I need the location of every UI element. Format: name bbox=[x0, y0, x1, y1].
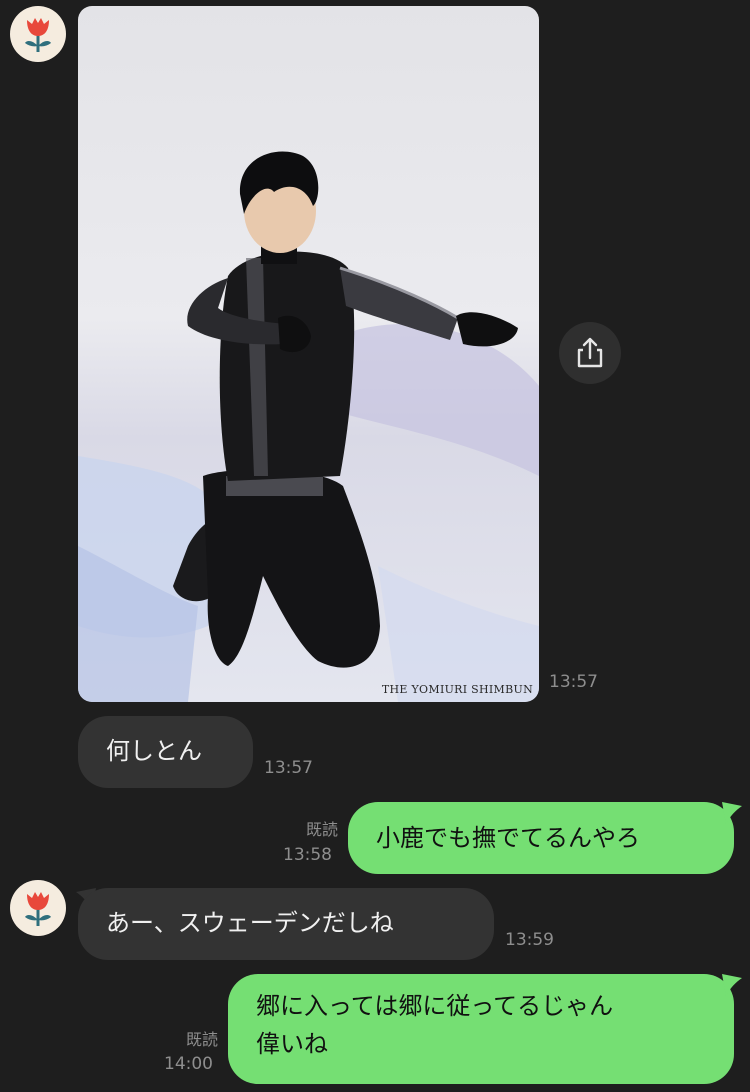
message-text-line: 偉いね bbox=[256, 1030, 328, 1058]
message-text: あー、スウェーデンだしね bbox=[106, 909, 394, 937]
message-text: 何しとん bbox=[106, 737, 202, 765]
contact-avatar[interactable] bbox=[10, 6, 66, 62]
read-receipt: 既読 bbox=[185, 1030, 218, 1049]
message-timestamp: 13:58 bbox=[283, 845, 332, 865]
message-bubble-outgoing[interactable]: 小鹿でも撫でてるんやろ bbox=[348, 802, 734, 874]
message-text: 小鹿でも撫でてるんやろ bbox=[376, 824, 640, 852]
message-bubble-incoming[interactable]: あー、スウェーデンだしね bbox=[78, 888, 494, 960]
skater-photo bbox=[78, 6, 539, 702]
share-button[interactable] bbox=[559, 322, 621, 384]
message-timestamp: 14:00 bbox=[164, 1054, 213, 1074]
shared-photo[interactable]: THE YOMIURI SHIMBUN bbox=[78, 6, 539, 702]
message-text-line: 郷に入っては郷に従ってるじゃん bbox=[256, 992, 614, 1020]
contact-avatar[interactable] bbox=[10, 880, 66, 936]
message-timestamp: 13:59 bbox=[505, 930, 554, 950]
tulip-icon bbox=[25, 18, 51, 52]
bubble-tail bbox=[722, 974, 742, 996]
tulip-icon bbox=[25, 892, 51, 926]
photo-timestamp: 13:57 bbox=[549, 672, 598, 692]
share-icon bbox=[577, 337, 603, 368]
photo-watermark: THE YOMIURI SHIMBUN bbox=[381, 683, 533, 696]
read-receipt: 既読 bbox=[305, 820, 338, 839]
message-bubble-outgoing[interactable]: 郷に入っては郷に従ってるじゃん 偉いね bbox=[228, 974, 734, 1084]
message-bubble-incoming[interactable]: 何しとん bbox=[78, 716, 253, 788]
bubble-tail bbox=[722, 802, 742, 824]
message-timestamp: 13:57 bbox=[264, 758, 313, 778]
